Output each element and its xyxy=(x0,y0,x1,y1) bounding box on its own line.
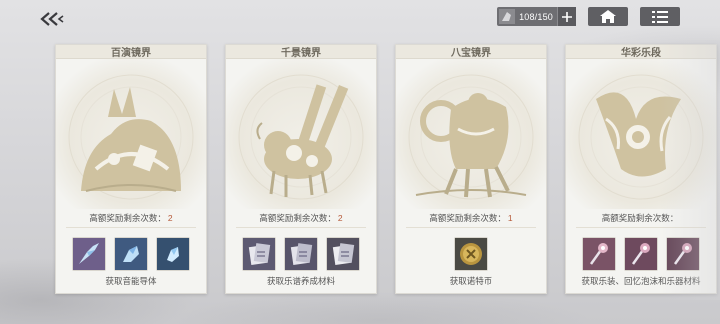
reward-remaining: 高额奖励剩余次数： 1 xyxy=(396,211,546,225)
plus-icon xyxy=(562,11,572,22)
lion-scroll-emblem-icon xyxy=(238,74,364,200)
ornament-icon xyxy=(583,238,615,270)
home-button[interactable] xyxy=(588,7,628,26)
reward-item[interactable] xyxy=(284,237,318,271)
menu-list-icon xyxy=(652,10,668,23)
note-coin-icon xyxy=(455,238,487,270)
reward-item[interactable] xyxy=(72,237,106,271)
stamina-counter: 108/150 xyxy=(497,7,576,26)
divider xyxy=(236,227,366,228)
score-box-icon xyxy=(327,238,359,270)
ornament-icon xyxy=(667,238,699,270)
realm-card-baiyan[interactable]: 百演镜界 高额奖励剩余次数： 2 获取音能导体 xyxy=(55,44,207,294)
reward-items xyxy=(566,237,716,271)
reward-item[interactable] xyxy=(582,237,616,271)
reward-item[interactable] xyxy=(156,237,190,271)
reward-label: 高额奖励剩余次数： xyxy=(429,213,506,223)
score-box-icon xyxy=(243,238,275,270)
card-description: 获取乐谱养成材料 xyxy=(266,276,335,286)
realm-card-qianjing[interactable]: 千景镜界 高额奖励剩余次数： 2 获取乐谱养成材料 xyxy=(225,44,377,294)
menu-button[interactable] xyxy=(640,7,680,26)
realm-card-babao[interactable]: 八宝镜界 高额奖励剩余次数： 1 获取诺特币 xyxy=(395,44,547,294)
reward-item[interactable] xyxy=(454,237,488,271)
tent-emblem-icon xyxy=(68,74,194,200)
crystal-shard-icon xyxy=(157,238,189,270)
reward-label: 高额奖励剩余次数： xyxy=(601,213,679,223)
realm-card-huacai[interactable]: 华彩乐段 高额奖励剩余次数： 获取乐装、回忆泡沫和乐器材料 xyxy=(565,44,717,294)
card-description: 获取音能导体 xyxy=(105,276,157,286)
card-artwork xyxy=(566,59,716,209)
reward-count: 2 xyxy=(167,213,173,223)
reward-label: 高额奖励剩余次数： xyxy=(259,213,336,223)
reward-count: 2 xyxy=(337,213,343,223)
topbar-controls: 108/150 xyxy=(497,7,680,26)
reward-items xyxy=(396,237,546,271)
card-title: 华彩乐段 xyxy=(566,45,716,59)
score-box-icon xyxy=(285,238,317,270)
card-description: 获取乐装、回忆泡沫和乐器材料 xyxy=(581,276,701,286)
crystal-shard-icon xyxy=(73,238,105,270)
reward-items xyxy=(56,237,206,271)
divider xyxy=(576,227,706,228)
stamina-icon xyxy=(499,9,516,24)
add-stamina-button[interactable] xyxy=(557,7,576,26)
dancer-emblem-icon xyxy=(578,74,704,200)
reward-remaining: 高额奖励剩余次数： xyxy=(566,211,716,225)
divider xyxy=(66,227,196,228)
reward-items xyxy=(226,237,376,271)
reward-item[interactable] xyxy=(666,237,700,271)
card-title: 百演镜界 xyxy=(56,45,206,59)
card-artwork xyxy=(396,59,546,209)
reward-item[interactable] xyxy=(242,237,276,271)
reward-count: 1 xyxy=(507,213,513,223)
reward-item[interactable] xyxy=(624,237,658,271)
card-title: 八宝镜界 xyxy=(396,45,546,59)
home-icon xyxy=(600,10,616,23)
divider xyxy=(406,227,536,228)
warrior-emblem-icon xyxy=(408,74,534,200)
crystal-shard-icon xyxy=(115,238,147,270)
card-artwork xyxy=(56,59,206,209)
back-arrow-icon xyxy=(40,12,64,26)
reward-remaining: 高额奖励剩余次数： 2 xyxy=(56,211,206,225)
card-artwork xyxy=(226,59,376,209)
back-button[interactable] xyxy=(36,8,68,30)
reward-remaining: 高额奖励剩余次数： 2 xyxy=(226,211,376,225)
reward-item[interactable] xyxy=(326,237,360,271)
ornament-icon xyxy=(625,238,657,270)
card-title: 千景镜界 xyxy=(226,45,376,59)
reward-item[interactable] xyxy=(114,237,148,271)
reward-label: 高额奖励剩余次数： xyxy=(89,213,166,223)
stamina-value: 108/150 xyxy=(519,11,553,22)
card-description: 获取诺特币 xyxy=(449,276,493,286)
